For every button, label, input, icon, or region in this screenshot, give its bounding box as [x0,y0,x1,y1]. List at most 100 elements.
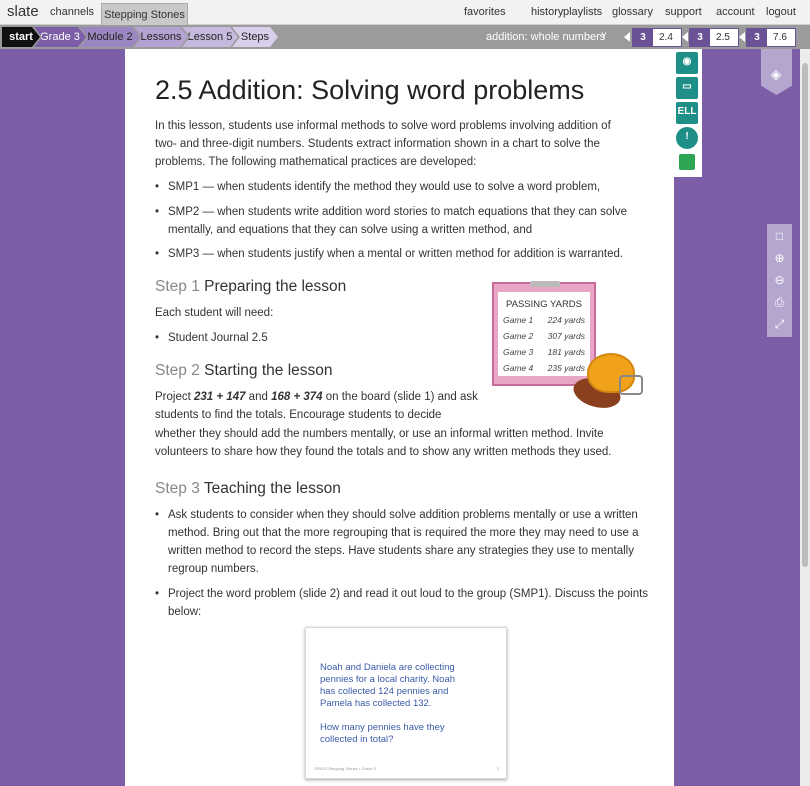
text-run: Project [155,391,194,403]
favorites-link[interactable]: favorites [464,6,506,18]
step-title: Starting the lesson [204,362,333,379]
clipboard-row: Game 4 235 yards [503,363,585,373]
step3-bullet: Project the word problem (slide 2) and r… [155,585,648,621]
passing-yards-clipboard: PASSING YARDS Game 1 224 yards Game 2 307 … [492,281,596,386]
clip-icon [530,281,560,287]
zoom-in-icon[interactable]: ⊕ [771,250,788,267]
step3-bullet: Ask students to consider when they shoul… [155,506,639,578]
step-number: Step 2 [155,362,200,379]
print-icon[interactable]: ⎙ [771,294,788,311]
breadcrumb-lesson[interactable]: Lesson 5 [182,27,238,47]
step-title: Teaching the lesson [203,480,341,497]
smp2-bullet: SMP2 — when students write addition word… [155,203,627,239]
page-title: 2.5 Addition: Solving word problems [155,75,585,105]
view-tools: □ ⊕ ⊖ ⎙ ⤢ [767,224,792,337]
glossary-link[interactable]: glossary [612,6,653,18]
clipboard-title: PASSING YARDS [505,299,583,310]
logout-link[interactable]: logout [766,6,796,18]
equation: 168 + 374 [271,391,323,403]
lesson-box-current[interactable]: 3 2.5 [689,28,739,47]
smp2-line: SMP2 — when students write addition word… [168,206,627,218]
facemask-icon [619,375,643,395]
lesson-page: 2.5 Addition: Solving word problems In t… [125,49,674,786]
note-icon[interactable]: □ [771,228,788,245]
step3-line: Project the word problem (slide 2) and r… [168,588,649,600]
equation: 231 + 147 [194,391,246,403]
support-link[interactable]: support [665,6,702,18]
intro-line: two- and three-digit numbers. Students e… [155,138,600,150]
layers-tab[interactable]: ◈ [761,49,792,95]
smp3-bullet: SMP3 — when students justify when a ment… [155,245,623,263]
zoom-out-icon[interactable]: ⊖ [771,272,788,289]
yards-value: 235 yards [547,363,585,373]
yards-value: 224 yards [547,315,585,325]
arrow-left-icon [739,32,745,42]
clipboard-row: Game 3 181 yards [503,347,585,357]
breadcrumb: start Grade 3 Module 2 Lessons Lesson 5 … [0,25,810,49]
step3-line: written method to record the steps. Have… [168,545,634,557]
chevron-down-icon[interactable]: ˅ [601,30,607,41]
smp1-bullet: SMP1 — when students identify the method… [155,178,600,196]
history-link[interactable]: history [531,6,563,18]
game-label: Game 2 [503,331,534,341]
step2-text: Project 231 + 147 and 168 + 374 on the b… [155,388,478,406]
breadcrumb-grade[interactable]: Grade 3 [34,27,86,47]
slide-footer: ORIGO Stepping Stones • Grade 3 [314,766,376,771]
step1-item: Student Journal 2.5 [155,329,268,347]
step2-line: students to find the totals. Encourage s… [155,409,442,421]
folder-icon[interactable]: ▭ [676,77,698,99]
game-label: Game 4 [503,363,534,373]
step2-line: whether they should add the numbers ment… [155,428,604,440]
slide-line: Pamela has collected 132. [320,698,432,709]
arrow-left-icon [682,32,688,42]
tab-stepping-stones[interactable]: Stepping Stones [101,3,188,25]
lesson-number: 2.5 [716,32,730,43]
lesson-box-next[interactable]: 3 7.6 [746,28,796,47]
scrollbar[interactable] [800,49,810,786]
step-title: Preparing the lesson [204,278,347,295]
step2-heading: Step 2 Starting the lesson [155,362,333,380]
step3-line: regroup numbers. [168,563,259,575]
step1-need: Each student will need: [155,307,274,319]
breadcrumb-module[interactable]: Module 2 [80,27,140,47]
clipboard-row: Game 1 224 yards [503,315,585,325]
channels-link[interactable]: channels [50,6,94,18]
slide-page-number: 2 [496,766,499,771]
yards-value: 307 yards [547,331,585,341]
breadcrumb-steps[interactable]: Steps [232,27,278,47]
game-label: Game 1 [503,315,534,325]
eye-icon[interactable]: ◉ [676,52,698,74]
breadcrumb-start[interactable]: start [2,27,40,47]
slide-line: How many pennies have they [320,722,445,733]
fullscreen-icon[interactable]: ⤢ [771,316,788,333]
yards-value: 181 yards [547,347,585,357]
topic-selector[interactable]: addition: whole numbers [486,31,605,43]
ell-button[interactable]: ELL [676,102,698,124]
clipboard-row: Game 2 307 yards [503,331,585,341]
step3-heading: Step 3 Teaching the lesson [155,480,341,498]
top-nav: slate channels Stepping Stones favorites… [0,0,810,25]
grade-number: 3 [747,29,767,46]
breadcrumb-lessons[interactable]: Lessons [134,27,188,47]
lesson-number: 7.6 [773,32,787,43]
step3-line: Ask students to consider when they shoul… [168,509,638,521]
green-square-icon[interactable] [679,154,695,170]
slide-thumbnail[interactable]: Noah and Daniela are collecting pennies … [305,627,507,779]
alert-icon[interactable]: ! [676,127,698,149]
playlists-link[interactable]: playlists [563,6,602,18]
slide-line: pennies for a local charity. Noah [320,674,456,685]
grade-number: 3 [690,29,710,46]
step-number: Step 3 [155,480,200,497]
scrollbar-thumb[interactable] [802,63,808,567]
account-link[interactable]: account [716,6,755,18]
lesson-box-prev[interactable]: 3 2.4 [632,28,682,47]
grade-number: 3 [633,29,653,46]
text-run: on the board (slide 1) and ask [322,391,478,403]
step-number: Step 1 [155,278,200,295]
brand-logo[interactable]: slate [7,3,39,20]
slide-line: Noah and Daniela are collecting [320,662,455,673]
text-run: and [245,391,272,403]
intro-line: problems. The following mathematical pra… [155,156,477,168]
game-label: Game 3 [503,347,534,357]
smp2-line: mentally, and equations that they can so… [168,224,533,236]
